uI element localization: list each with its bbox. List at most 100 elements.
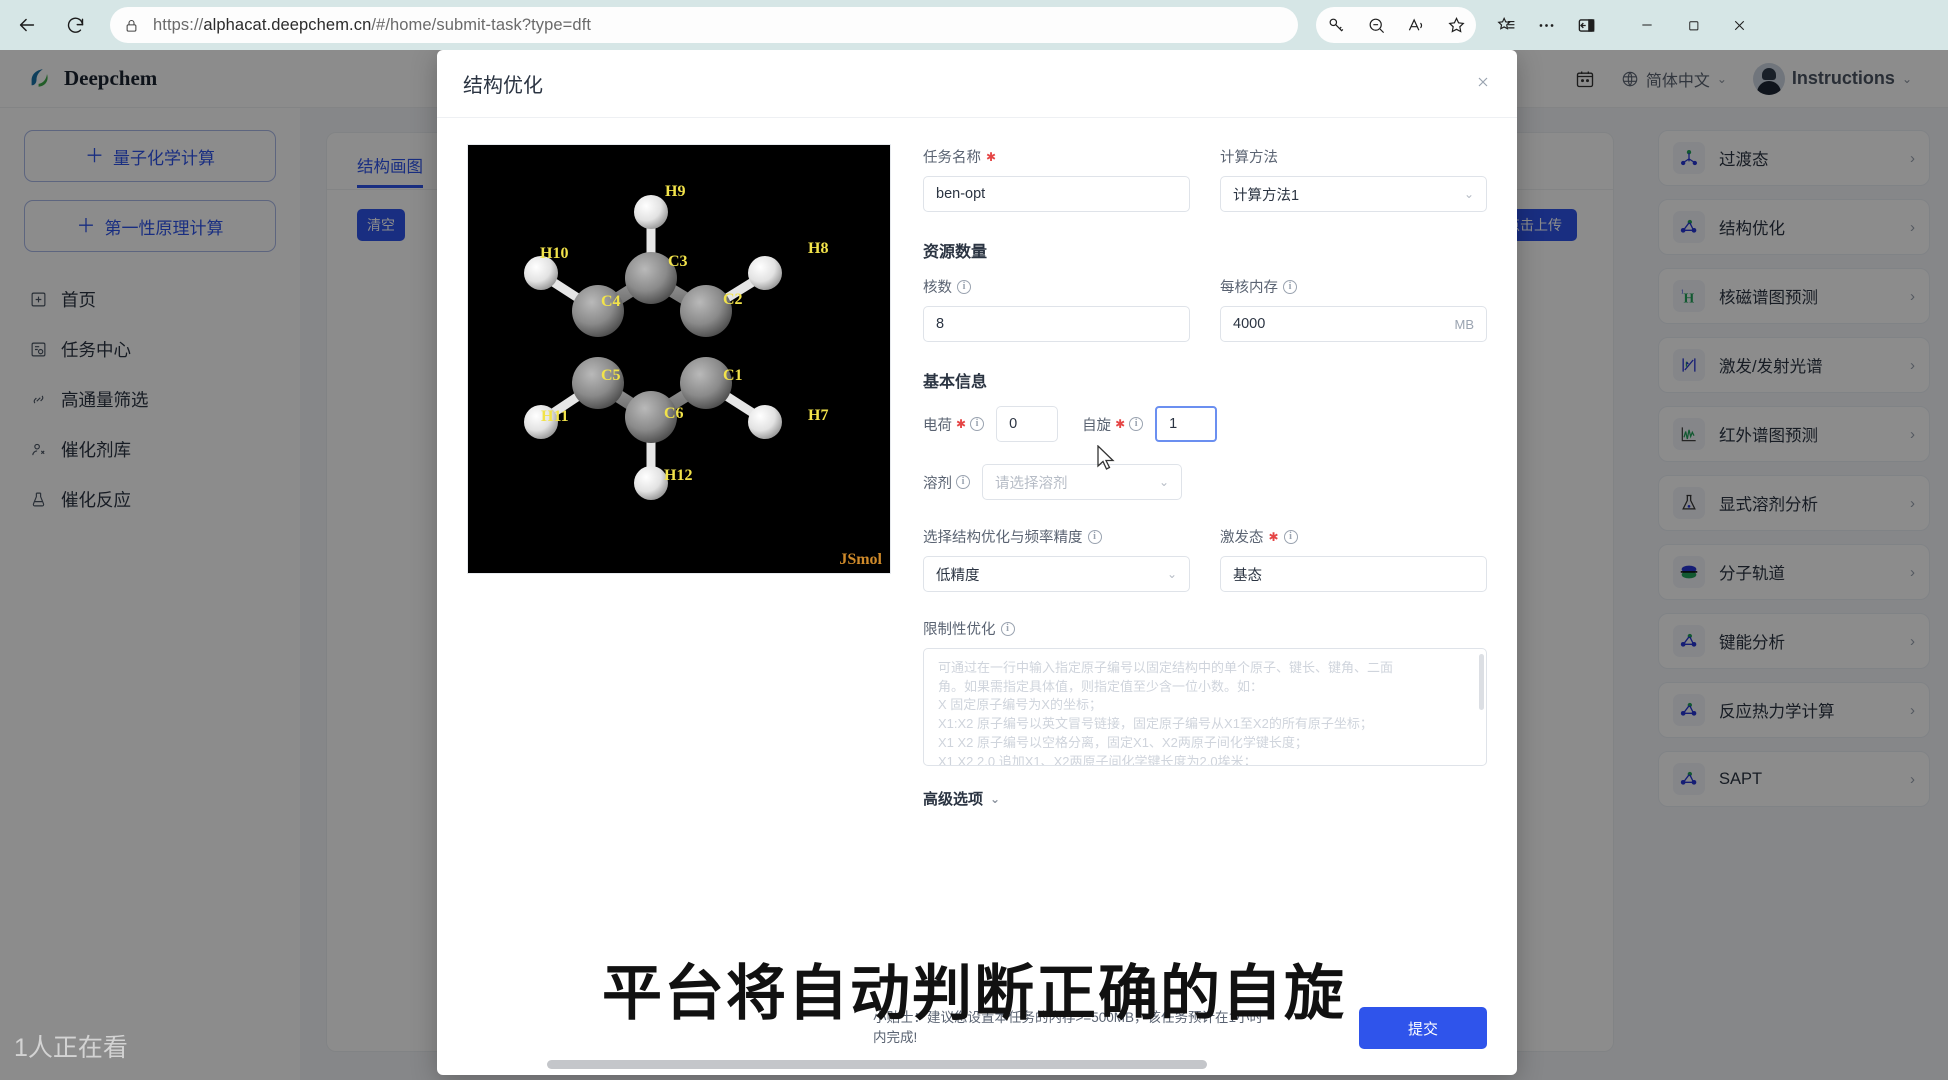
label-text: 计算方法	[1220, 150, 1278, 166]
memory-input[interactable]: 4000 MB	[1220, 306, 1487, 342]
label-text: 每核内存	[1220, 280, 1278, 296]
solvent-label: 溶剂 i	[923, 472, 970, 493]
cores-value: 8	[936, 316, 945, 332]
placeholder-line: X1:X2 原子编号以英文冒号链接，固定原子编号从X1至X2的所有原子坐标；	[938, 716, 1373, 732]
placeholder-line: X 固定原子编号为X的坐标；	[938, 697, 1102, 713]
label-text: 选择结构优化与频率精度	[923, 530, 1083, 546]
excited-value: 基态	[1233, 567, 1262, 584]
method-value: 计算方法1	[1233, 187, 1300, 204]
spin-label: 自旋 ✱ i	[1082, 414, 1144, 435]
info-icon[interactable]: i	[1087, 529, 1102, 544]
charge-input[interactable]: 0	[996, 406, 1059, 442]
task-name-label: 任务名称 ✱	[923, 146, 1190, 167]
info-icon[interactable]: i	[970, 417, 985, 431]
method-select[interactable]: 计算方法1 ⌄	[1220, 176, 1487, 212]
textarea-scrollbar[interactable]	[1479, 654, 1484, 710]
task-name-input[interactable]: ben-opt	[923, 176, 1190, 212]
advanced-options-toggle[interactable]: 高级选项 ⌄	[923, 788, 1487, 809]
label-text: 激发态	[1220, 530, 1264, 546]
form-row-precision-excited: 选择结构优化与频率精度 i 低精度 ⌄ 激发态 ✱ i 基态	[923, 526, 1487, 592]
cores-label: 核数 i	[923, 276, 1190, 297]
field-constraint: 限制性优化 i 可通过在一行中输入指定原子编号以固定结构中的单个原子、键长、键角…	[923, 618, 1487, 766]
info-icon[interactable]: i	[1129, 417, 1144, 431]
label-text: 核数	[923, 280, 952, 296]
structure-optimization-modal: 结构优化 H9 H10 C3 H8 C4 C2 C5 C1 H11 C6 H7 …	[437, 50, 1517, 1075]
back-arrow-icon[interactable]	[6, 6, 48, 44]
solvent-placeholder: 请选择溶剂	[995, 475, 1068, 492]
memory-label: 每核内存 i	[1220, 276, 1487, 297]
zoom-out-icon[interactable]	[1356, 7, 1396, 43]
info-icon[interactable]: i	[1283, 279, 1297, 294]
basic-section-title: 基本信息	[923, 374, 988, 391]
modal-title: 结构优化	[463, 75, 543, 97]
atom-label-c4: C4	[601, 293, 621, 310]
atom-label-c6: C6	[664, 405, 684, 422]
favorite-star-icon[interactable]	[1436, 7, 1476, 43]
form-row-charge-spin: 电荷 ✱ i 0 自旋 ✱ i 1	[923, 406, 1487, 442]
modal-header: 结构优化	[437, 50, 1517, 118]
placeholder-line: 可通过在一行中输入指定原子编号以固定结构中的单个原子、键长、键角、二面	[938, 660, 1394, 675]
info-icon[interactable]: i	[956, 475, 970, 489]
sidebar-icon[interactable]	[1566, 7, 1606, 43]
precision-value: 低精度	[936, 567, 980, 584]
window-controls	[1624, 7, 1762, 43]
info-icon[interactable]: i	[957, 279, 971, 294]
chevron-down-icon: ⌄	[990, 791, 1001, 806]
atom-label-c2: C2	[723, 291, 743, 308]
spin-input[interactable]: 1	[1155, 406, 1218, 442]
atom-label-c1: C1	[723, 367, 743, 384]
solvent-select[interactable]: 请选择溶剂 ⌄	[982, 464, 1182, 500]
required-marker: ✱	[1115, 417, 1126, 431]
read-aloud-icon[interactable]	[1396, 7, 1436, 43]
method-label: 计算方法	[1220, 146, 1487, 167]
atom-label-h11: H11	[541, 408, 569, 425]
label-text: 自旋	[1082, 417, 1112, 434]
browser-toolbar: https://alphacat.deepchem.cn/#/home/subm…	[0, 0, 1948, 50]
required-marker: ✱	[1268, 529, 1279, 544]
url-host: alphacat.deepchem.cn	[203, 15, 372, 34]
info-icon[interactable]: i	[1283, 529, 1298, 544]
atom-label-c3: C3	[668, 253, 688, 270]
lock-icon	[124, 18, 139, 33]
atom-label-h7: H7	[808, 407, 829, 424]
key-icon[interactable]	[1316, 7, 1356, 43]
url-path: /#/home/submit-task?type=dft	[371, 15, 592, 34]
excited-label: 激发态 ✱ i	[1220, 526, 1487, 547]
atom-h9	[634, 195, 668, 229]
molecule-viewer[interactable]: H9 H10 C3 H8 C4 C2 C5 C1 H11 C6 H7 H12 J…	[467, 144, 891, 574]
required-marker: ✱	[956, 417, 967, 431]
address-bar[interactable]: https://alphacat.deepchem.cn/#/home/subm…	[110, 7, 1298, 43]
close-icon[interactable]	[1469, 68, 1497, 96]
field-method: 计算方法 计算方法1 ⌄	[1220, 146, 1487, 212]
task-name-value: ben-opt	[936, 186, 986, 202]
molecule-viewer-wrap: H9 H10 C3 H8 C4 C2 C5 C1 H11 C6 H7 H12 J…	[467, 144, 891, 809]
constraint-textarea[interactable]: 可通过在一行中输入指定原子编号以固定结构中的单个原子、键长、键角、二面 角。如果…	[923, 648, 1487, 766]
form-row-resources: 核数 i 8 每核内存 i 4000 MB	[923, 276, 1487, 342]
maximize-button[interactable]	[1670, 7, 1716, 43]
label-text: 溶剂	[923, 475, 952, 492]
placeholder-line: X1 X2 原子编号以空格分离，固定X1、X2两原子间化学键长度；	[938, 734, 1308, 750]
field-cores: 核数 i 8	[923, 276, 1190, 342]
field-task-name: 任务名称 ✱ ben-opt	[923, 146, 1190, 212]
atom-h7	[748, 405, 782, 439]
app-page: Deepchem 简体中文 ⌄ Instructions ⌄ ＋ 量子化学计算 …	[0, 50, 1948, 1080]
info-icon[interactable]: i	[1000, 621, 1015, 636]
close-button[interactable]	[1716, 7, 1762, 43]
collections-icon[interactable]	[1486, 7, 1526, 43]
more-options-icon[interactable]	[1526, 7, 1566, 43]
spin-value: 1	[1169, 416, 1178, 432]
form-row-solvent: 溶剂 i 请选择溶剂 ⌄	[923, 464, 1487, 500]
minimize-button[interactable]	[1624, 7, 1670, 43]
precision-select[interactable]: 低精度 ⌄	[923, 556, 1190, 592]
reload-icon[interactable]	[54, 6, 96, 44]
viewer-count-watermark: 1人正在看	[14, 1034, 128, 1062]
mouse-cursor	[1097, 445, 1115, 470]
atom-h12	[634, 466, 668, 500]
atom-h8	[748, 256, 782, 290]
cores-input[interactable]: 8	[923, 306, 1190, 342]
modal-horizontal-scrollbar[interactable]	[547, 1060, 1207, 1069]
field-memory: 每核内存 i 4000 MB	[1220, 276, 1487, 342]
label-text: 任务名称	[923, 150, 981, 166]
chevron-down-icon: ⌄	[1463, 187, 1474, 201]
excited-input[interactable]: 基态	[1220, 556, 1487, 592]
